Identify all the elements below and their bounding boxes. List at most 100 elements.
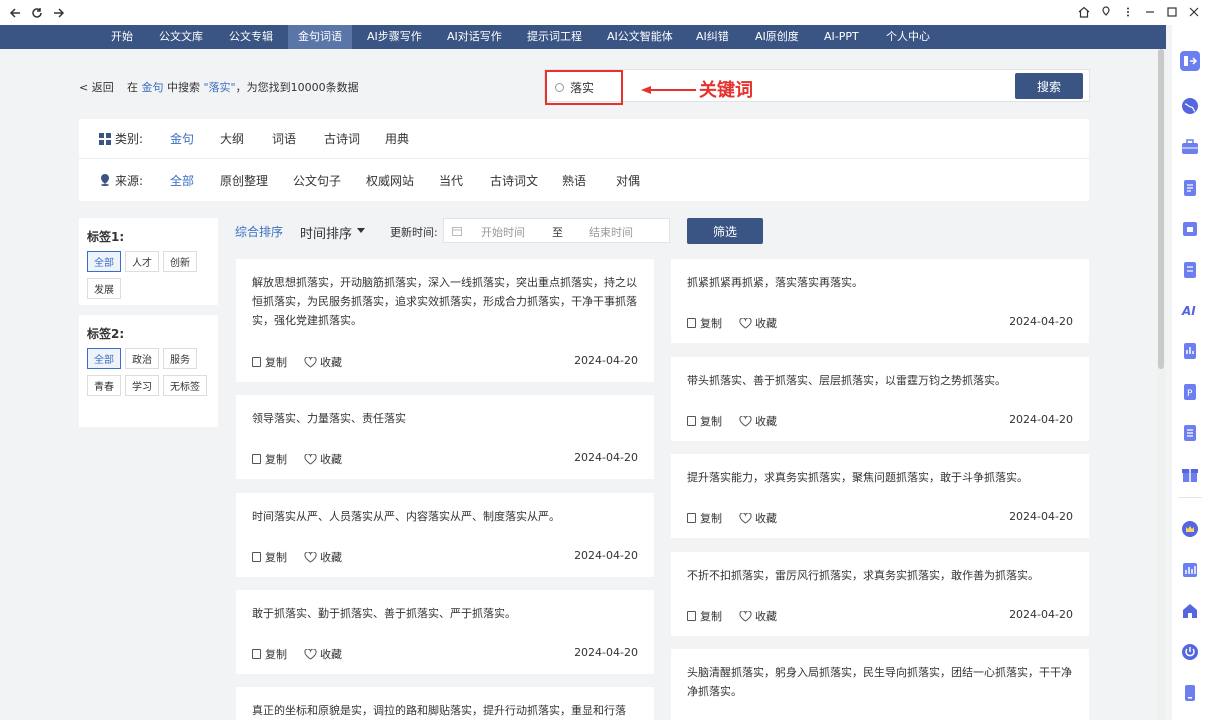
- source-option-doc-sentences[interactable]: 公文句子: [293, 172, 341, 189]
- favorite-button[interactable]: 收藏: [304, 549, 342, 565]
- gift-icon[interactable]: [1181, 465, 1199, 483]
- favorite-button[interactable]: 收藏: [739, 315, 777, 331]
- favorite-button[interactable]: 收藏: [304, 646, 342, 662]
- category-option-outline[interactable]: 大纲: [220, 130, 244, 147]
- report-icon[interactable]: [1181, 342, 1199, 360]
- sort-time[interactable]: 时间排序: [300, 223, 352, 242]
- date-range-picker[interactable]: 开始时间 至 结束时间: [443, 218, 670, 243]
- copy-button[interactable]: 复制: [252, 549, 287, 565]
- list-item: 领导落实、力量落实、责任落实 复制 收藏 2024-04-20: [236, 395, 654, 479]
- copy-button[interactable]: 复制: [687, 413, 722, 429]
- copy-button[interactable]: 复制: [252, 451, 287, 467]
- book-icon[interactable]: [1181, 424, 1199, 442]
- scrollbar[interactable]: [1157, 49, 1165, 720]
- power-icon[interactable]: [1181, 643, 1199, 661]
- nav-item-ai-chat-writing[interactable]: AI对话写作: [437, 25, 512, 49]
- copy-icon: [687, 513, 696, 523]
- source-option-contemporary[interactable]: 当代: [439, 172, 463, 189]
- tag2-politics[interactable]: 政治: [125, 348, 159, 369]
- nav-item-golden-phrases[interactable]: 金句词语: [288, 25, 352, 49]
- crown-icon[interactable]: [1181, 520, 1199, 538]
- right-sidebar: AI P: [1172, 25, 1208, 720]
- source-option-original[interactable]: 原创整理: [220, 172, 268, 189]
- nav-item-doc-album[interactable]: 公文专辑: [219, 25, 283, 49]
- end-date-input[interactable]: 结束时间: [589, 224, 633, 240]
- copy-button[interactable]: 复制: [252, 354, 287, 370]
- tag1-development[interactable]: 发展: [87, 278, 121, 299]
- document-icon[interactable]: [1181, 179, 1199, 197]
- favorite-button[interactable]: 收藏: [739, 510, 777, 526]
- more-icon[interactable]: [1118, 1, 1138, 23]
- briefcase-icon[interactable]: [1181, 138, 1199, 156]
- source-option-ancient-poetry[interactable]: 古诗词文: [490, 172, 538, 189]
- category-option-golden[interactable]: 金句: [170, 130, 194, 147]
- nav-item-ai-originality[interactable]: AI原创度: [745, 25, 809, 49]
- tag2-youth[interactable]: 青春: [87, 375, 121, 396]
- scrollbar-thumb[interactable]: [1158, 49, 1164, 369]
- close-icon[interactable]: [1184, 1, 1204, 23]
- archive-icon[interactable]: [1181, 220, 1199, 238]
- maximize-icon[interactable]: [1162, 1, 1182, 23]
- tag2-service[interactable]: 服务: [163, 348, 197, 369]
- minimize-icon[interactable]: [1140, 1, 1160, 23]
- tag1-all[interactable]: 全部: [87, 251, 121, 272]
- back-arrow-icon[interactable]: [4, 2, 26, 24]
- favorite-button[interactable]: 收藏: [304, 354, 342, 370]
- ai-icon[interactable]: AI: [1181, 301, 1199, 319]
- filter-button[interactable]: 筛选: [687, 218, 763, 244]
- favorite-button[interactable]: 收藏: [304, 451, 342, 467]
- favorite-label: 收藏: [320, 356, 342, 369]
- favorite-button[interactable]: 收藏: [739, 608, 777, 624]
- nav-item-ai-step-writing[interactable]: AI步骤写作: [357, 25, 432, 49]
- nav-item-doc-library[interactable]: 公文文库: [149, 25, 213, 49]
- category-option-words[interactable]: 词语: [272, 130, 296, 147]
- card-text: 不折不扣抓落实，雷厉风行抓落实，求真务实抓落实，敢作善为抓落实。: [687, 569, 1039, 582]
- nav-item-ai-correction[interactable]: AI纠错: [686, 25, 739, 49]
- nav-item-ai-agent[interactable]: AI公文智能体: [597, 25, 683, 49]
- start-date-input[interactable]: 开始时间: [481, 224, 525, 240]
- copy-button[interactable]: 复制: [252, 646, 287, 662]
- search-button[interactable]: 搜索: [1015, 73, 1083, 99]
- home-icon[interactable]: [1074, 1, 1094, 23]
- source-option-authority[interactable]: 权威网站: [366, 172, 414, 189]
- tag1-talent[interactable]: 人才: [125, 251, 159, 272]
- copy-icon: [687, 611, 696, 621]
- chart-icon[interactable]: [1181, 561, 1199, 579]
- copy-button[interactable]: 复制: [687, 510, 722, 526]
- search-input[interactable]: 落实: [545, 70, 623, 105]
- copy-label: 复制: [265, 453, 287, 466]
- copy-button[interactable]: 复制: [687, 315, 722, 331]
- back-link[interactable]: < 返回: [79, 79, 114, 95]
- category-option-allusion[interactable]: 用典: [385, 130, 409, 147]
- source-option-idioms[interactable]: 熟语: [562, 172, 586, 189]
- pin-icon[interactable]: [1096, 1, 1116, 23]
- source-option-couplets[interactable]: 对偶: [616, 172, 640, 189]
- favorite-button[interactable]: 收藏: [739, 413, 777, 429]
- tag2-all[interactable]: 全部: [87, 348, 121, 369]
- main-nav: 开始 公文文库 公文专辑 金句词语 AI步骤写作 AI对话写作 提示词工程 AI…: [0, 25, 1166, 49]
- sort-composite[interactable]: 综合排序: [235, 223, 283, 240]
- phone-icon[interactable]: [1181, 684, 1199, 702]
- nav-item-personal-center[interactable]: 个人中心: [876, 25, 940, 49]
- ppt-icon[interactable]: P: [1181, 383, 1199, 401]
- copy-icon: [252, 552, 261, 562]
- home-icon[interactable]: [1181, 602, 1199, 620]
- tag1-innovation[interactable]: 创新: [163, 251, 197, 272]
- globe-icon[interactable]: [1181, 97, 1199, 115]
- card-text: 时间落实从严、人员落实从严、内容落实从严、制度落实从严。: [252, 510, 560, 523]
- refresh-icon[interactable]: [26, 2, 48, 24]
- chevron-down-icon[interactable]: [357, 228, 365, 233]
- copy-button[interactable]: 复制: [687, 608, 722, 624]
- tag2-untagged[interactable]: 无标签: [163, 375, 207, 396]
- annotation-label: 关键词: [699, 80, 753, 101]
- nav-item-ai-ppt[interactable]: AI-PPT: [814, 25, 869, 49]
- svg-text:P: P: [1187, 389, 1193, 399]
- nav-item-prompt-engineering[interactable]: 提示词工程: [517, 25, 592, 49]
- category-option-poetry[interactable]: 古诗词: [324, 130, 360, 147]
- file-text-icon[interactable]: [1181, 261, 1199, 279]
- forward-arrow-icon[interactable]: [48, 2, 70, 24]
- collapse-panel-icon[interactable]: [1179, 50, 1201, 72]
- nav-item-start[interactable]: 开始: [101, 25, 143, 49]
- tag2-study[interactable]: 学习: [125, 375, 159, 396]
- source-option-all[interactable]: 全部: [170, 172, 194, 189]
